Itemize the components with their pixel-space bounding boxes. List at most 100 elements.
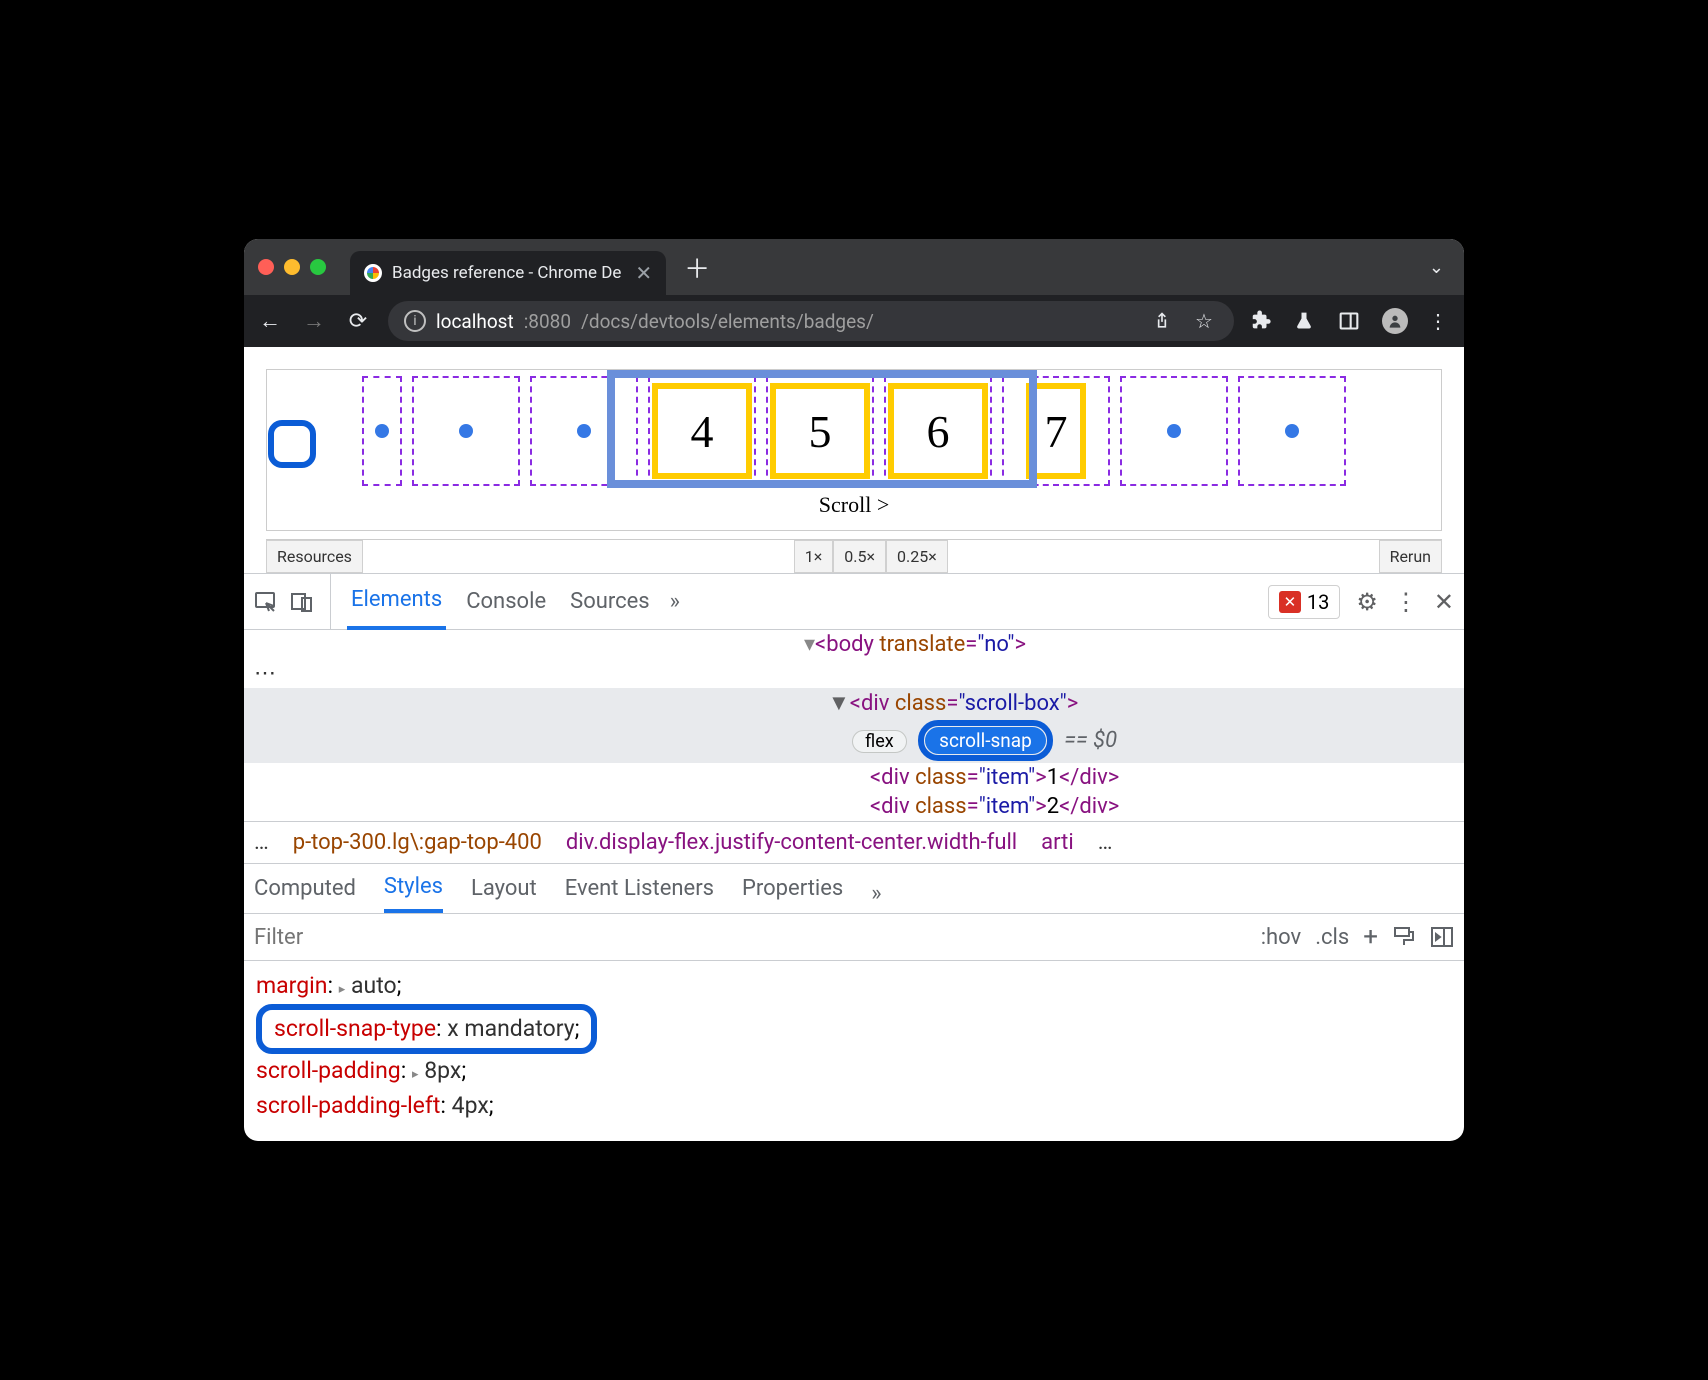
- dom-eq: == $0: [1064, 728, 1117, 753]
- item-number: 4: [652, 383, 752, 479]
- tab-dropdown-icon[interactable]: ⌄: [1429, 257, 1444, 278]
- scroll-item: [1120, 376, 1228, 486]
- url-port: :8080: [524, 310, 571, 333]
- snap-dot-icon: [1167, 424, 1181, 438]
- crumb[interactable]: div.display-flex.justify-content-center.…: [566, 830, 1017, 855]
- hov-toggle[interactable]: :hov: [1261, 925, 1302, 950]
- new-rule-icon[interactable]: +: [1363, 922, 1378, 952]
- tab-sources[interactable]: Sources: [566, 575, 654, 628]
- scroll-item: [362, 376, 402, 486]
- css-line[interactable]: scroll-padding: ▸ 8px;: [256, 1054, 1452, 1089]
- scroll-item: 5: [766, 376, 874, 486]
- tab-computed[interactable]: Computed: [254, 876, 356, 911]
- scroll-item: 6: [884, 376, 992, 486]
- scroll-demo: 4 5 6 7 Scroll >: [266, 369, 1442, 531]
- browser-tab[interactable]: Badges reference - Chrome De ✕: [350, 251, 666, 295]
- share-icon[interactable]: [1152, 311, 1180, 331]
- scroll-item: 4: [648, 376, 756, 486]
- scroll-snap-badge[interactable]: scroll-snap: [925, 727, 1046, 754]
- bookmark-icon[interactable]: ☆: [1190, 309, 1218, 333]
- item-number: 7: [1026, 383, 1086, 479]
- snap-point-highlight: [268, 420, 316, 468]
- reload-icon[interactable]: ⟳: [344, 309, 372, 334]
- url-path: /docs/devtools/elements/badges/: [581, 310, 874, 333]
- scroll-item: [530, 376, 638, 486]
- extensions-icon[interactable]: [1250, 310, 1278, 332]
- menu-icon[interactable]: ⋮: [1424, 309, 1452, 333]
- close-tab-icon[interactable]: ✕: [635, 261, 652, 285]
- titlebar: Badges reference - Chrome De ✕ ＋ ⌄: [244, 239, 1464, 295]
- toolbar: ← → ⟳ i localhost :8080/docs/devtools/ele…: [244, 295, 1464, 347]
- crumb-ellipsis[interactable]: …: [1098, 830, 1113, 855]
- snap-dot-icon: [375, 424, 389, 438]
- zoom-05x-button[interactable]: 0.5×: [833, 540, 886, 573]
- crumb[interactable]: arti: [1041, 830, 1074, 855]
- resources-button[interactable]: Resources: [266, 540, 363, 573]
- inspect-element-icon[interactable]: [254, 590, 278, 614]
- forward-icon: →: [300, 308, 328, 334]
- rerun-button[interactable]: Rerun: [1379, 540, 1442, 573]
- scroll-snap-highlight: scroll-snap: [918, 720, 1053, 761]
- url-host: localhost: [436, 310, 514, 333]
- site-info-icon[interactable]: i: [404, 310, 426, 332]
- cls-toggle[interactable]: .cls: [1315, 925, 1349, 950]
- zoom-025x-button[interactable]: 0.25×: [886, 540, 948, 573]
- browser-window: Badges reference - Chrome De ✕ ＋ ⌄ ← → ⟳…: [244, 239, 1464, 1141]
- styles-filter-input[interactable]: [254, 925, 1247, 950]
- page-viewport: 4 5 6 7 Scroll > Resources 1× 0.5× 0.25×…: [244, 347, 1464, 573]
- devtools-header: Elements Console Sources » ✕ 13 ⚙ ⋮ ✕: [244, 573, 1464, 629]
- sidebar-toggle-icon[interactable]: [1430, 925, 1454, 949]
- styles-filter-row: :hov .cls +: [244, 913, 1464, 961]
- dom-row[interactable]: <div class="item">1</div>: [244, 763, 1464, 792]
- profile-icon[interactable]: [1382, 308, 1408, 334]
- error-counter[interactable]: ✕ 13: [1268, 585, 1340, 619]
- tab-layout[interactable]: Layout: [471, 876, 537, 911]
- tab-console[interactable]: Console: [462, 575, 550, 628]
- more-tabs-icon[interactable]: »: [670, 589, 680, 614]
- traffic-lights: [258, 259, 326, 275]
- dom-row[interactable]: ▾<body translate="no">: [244, 630, 1464, 659]
- scroll-label: Scroll >: [273, 492, 1435, 518]
- close-devtools-icon[interactable]: ✕: [1434, 588, 1454, 616]
- back-icon[interactable]: ←: [256, 308, 284, 334]
- chrome-favicon-icon: [364, 264, 382, 282]
- styles-tabs: Computed Styles Layout Event Listeners P…: [244, 864, 1464, 913]
- css-line-highlighted: scroll-snap-type: x mandatory;: [256, 1004, 1452, 1055]
- paint-icon[interactable]: [1392, 925, 1416, 949]
- address-bar[interactable]: i localhost :8080/docs/devtools/elements/…: [388, 301, 1234, 341]
- devtools-menu-icon[interactable]: ⋮: [1394, 588, 1418, 616]
- zoom-1x-button[interactable]: 1×: [794, 540, 834, 573]
- dom-breadcrumbs[interactable]: … p-top-300.lg\:gap-top-400 div.display-…: [244, 821, 1464, 864]
- tab-properties[interactable]: Properties: [742, 876, 843, 911]
- error-count: 13: [1307, 590, 1329, 614]
- tab-event-listeners[interactable]: Event Listeners: [565, 876, 714, 911]
- css-line[interactable]: scroll-padding-left: 4px;: [256, 1089, 1452, 1124]
- error-icon: ✕: [1279, 591, 1301, 613]
- side-panel-icon[interactable]: [1338, 311, 1366, 331]
- flex-badge[interactable]: flex: [852, 730, 907, 753]
- scroll-item: [1238, 376, 1346, 486]
- collapsed-indicator[interactable]: ⋯: [244, 659, 1464, 688]
- minimize-window-icon[interactable]: [284, 259, 300, 275]
- device-toolbar-icon[interactable]: [290, 590, 314, 614]
- crumb-ellipsis[interactable]: …: [254, 830, 269, 855]
- item-number: 6: [888, 383, 988, 479]
- maximize-window-icon[interactable]: [310, 259, 326, 275]
- css-rules[interactable]: margin: ▸ auto; scroll-snap-type: x mand…: [244, 961, 1464, 1141]
- more-styles-tabs-icon[interactable]: »: [871, 881, 881, 906]
- item-number: 5: [770, 383, 870, 479]
- dom-tree[interactable]: ▾<body translate="no"> ⋯ ▼<div class="sc…: [244, 629, 1464, 821]
- dom-badges-row[interactable]: flex scroll-snap == $0: [244, 718, 1464, 763]
- tab-styles[interactable]: Styles: [384, 874, 443, 913]
- tab-elements[interactable]: Elements: [347, 573, 446, 630]
- dom-row-selected[interactable]: ▼<div class="scroll-box">: [244, 688, 1464, 718]
- settings-icon[interactable]: ⚙: [1356, 588, 1378, 616]
- scroll-item: [412, 376, 520, 486]
- labs-icon[interactable]: [1294, 310, 1322, 332]
- new-tab-button[interactable]: ＋: [682, 252, 712, 282]
- crumb[interactable]: p-top-300.lg\:gap-top-400: [293, 830, 542, 855]
- css-line[interactable]: margin: ▸ auto;: [256, 969, 1452, 1004]
- dom-row[interactable]: <div class="item">2</div>: [244, 792, 1464, 821]
- close-window-icon[interactable]: [258, 259, 274, 275]
- snap-dot-icon: [459, 424, 473, 438]
